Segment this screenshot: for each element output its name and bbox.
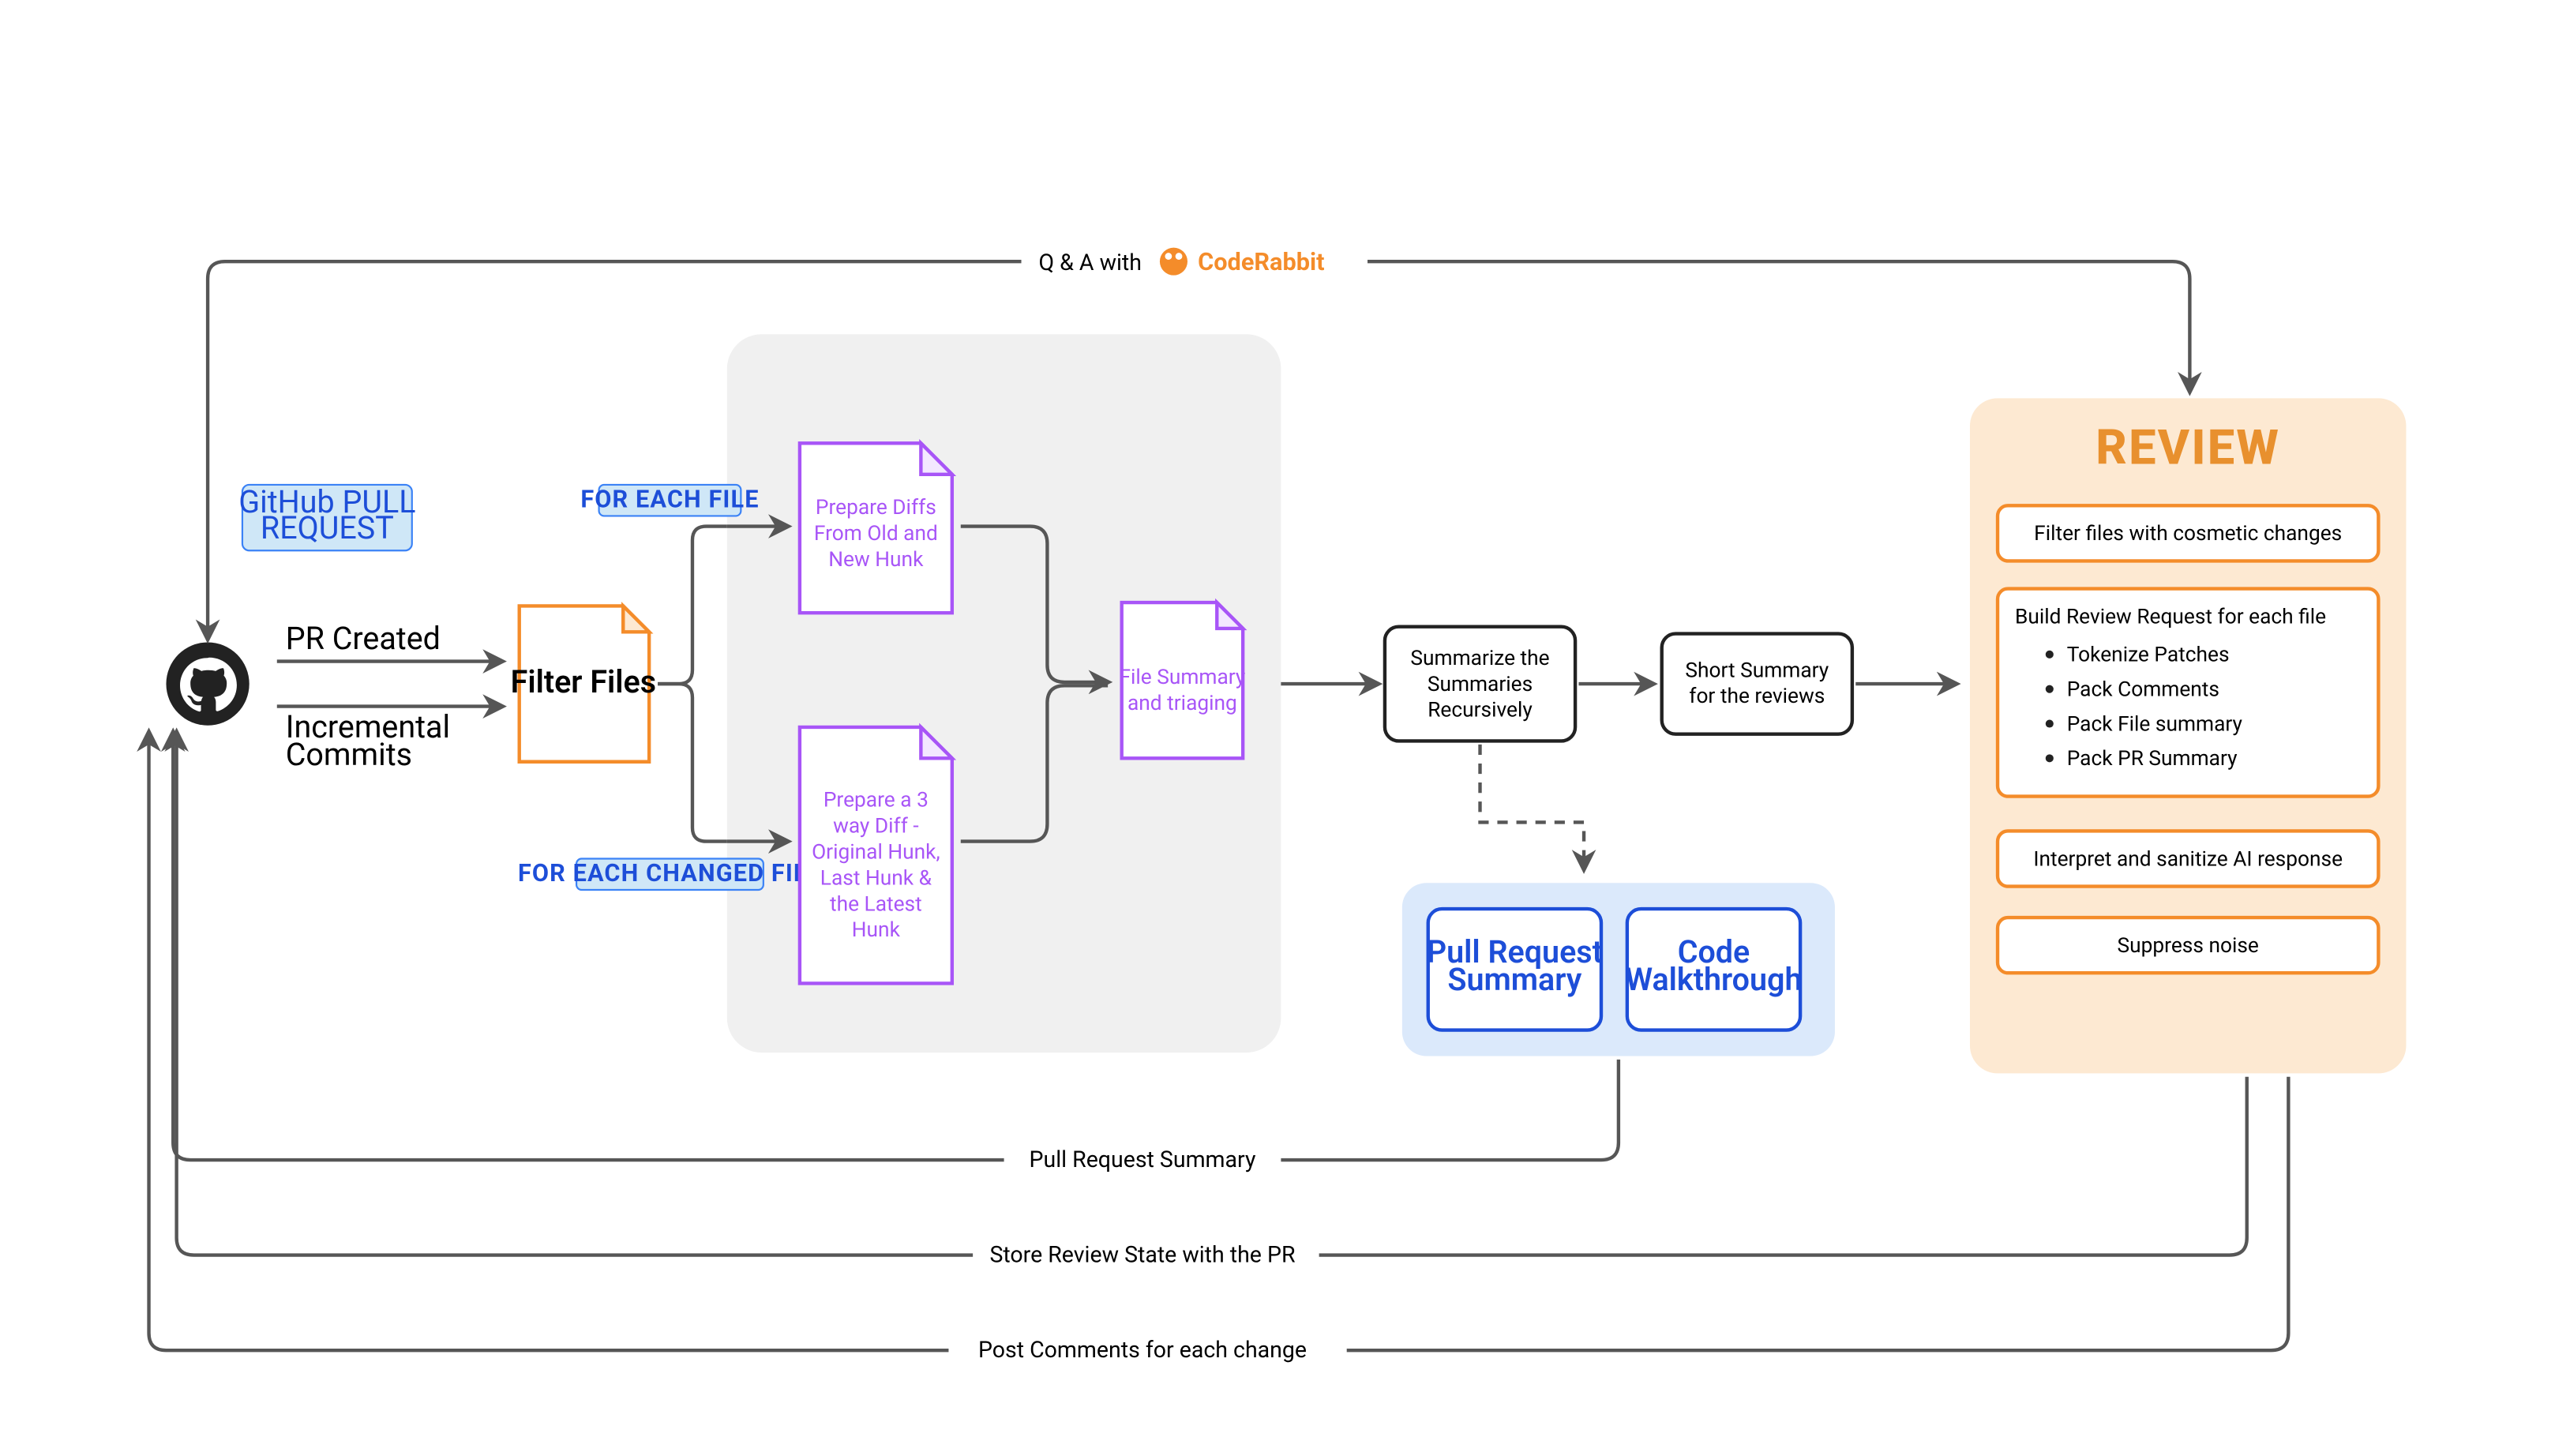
label-pr-created: PR Created [286,620,441,657]
for-each-changed-text: FOR EACH CHANGED FILE [518,860,822,887]
short-summary-node: Short Summary for the reviews [1662,634,1852,734]
review-title: REVIEW [2095,419,2280,476]
svg-text:way Diff -: way Diff - [833,815,919,839]
for-each-file-tag: FOR EACH FILE [580,485,759,516]
svg-text:Summaries: Summaries [1428,673,1533,696]
bullet-tokenize: Tokenize Patches [2067,644,2230,667]
qa-label-group: Q & A with CodeRabbit [1022,242,1368,280]
qa-prefix: Q & A with [1038,250,1142,276]
summarize-node: Summarize the Summaries Recursively [1385,627,1575,741]
github-pr-line2: REQUEST [261,509,394,546]
review-panel: REVIEW Filter files with cosmetic change… [1970,398,2406,1073]
svg-text:Recursively: Recursively [1428,699,1533,722]
file-summary-node: File Summary and triaging [1119,602,1245,758]
svg-text:Prepare Diffs: Prepare Diffs [816,496,936,520]
return1-label: Pull Request Summary [1030,1146,1256,1173]
split-bot-curve [658,684,727,842]
dashed-to-summary-panel [1480,745,1585,869]
svg-text:Original Hunk,: Original Hunk, [812,841,940,865]
review-suppress-text: Suppress noise [2118,934,2259,958]
github-icon [166,642,249,725]
svg-text:File Summary: File Summary [1119,666,1245,689]
bullet-pack-pr: Pack PR Summary [2067,747,2238,771]
svg-text:Summary: Summary [1447,961,1581,998]
review-filter-cosmetic-text: Filter files with cosmetic changes [2034,522,2342,546]
filter-files-node: Filter Files [511,606,656,761]
return2-label: Store Review State with the PR [989,1241,1295,1267]
label-incremental-l2: Commits [286,736,412,773]
prepare-3way-node: Prepare a 3 way Diff - Original Hunk, La… [800,727,952,983]
brand-name: CodeRabbit [1198,249,1324,276]
svg-text:for the reviews: for the reviews [1689,685,1825,708]
svg-text:Summarize the: Summarize the [1410,647,1549,670]
svg-text:the Latest: the Latest [830,892,922,916]
review-interpret-text: Interpret and sanitize AI response [2033,847,2343,871]
svg-text:New Hunk: New Hunk [828,548,924,572]
svg-text:From Old and: From Old and [814,522,938,546]
svg-text:Short Summary: Short Summary [1685,659,1829,682]
svg-text:Last Hunk &: Last Hunk & [820,866,932,890]
for-each-file-text: FOR EACH FILE [580,486,759,513]
svg-text:Prepare a 3: Prepare a 3 [824,789,929,812]
return3-label: Post Comments for each change [978,1337,1307,1363]
svg-text:and triaging: and triaging [1127,692,1237,715]
split-top-curve [658,527,727,685]
review-build-header: Build Review Request for each file [2015,605,2326,629]
bullet-pack-file: Pack File summary [2067,712,2243,736]
prepare-diffs-node: Prepare Diffs From Old and New Hunk [800,443,952,613]
github-pull-request-badge: GitHub PULL REQUEST [238,483,415,550]
svg-text:Walkthrough: Walkthrough [1625,961,1802,998]
diagram-canvas: GitHub PULL REQUEST PR Created Increment… [0,0,2555,1456]
filter-files-label: Filter Files [511,663,656,700]
summary-walkthrough-panel: Pull Request Summary Code Walkthrough [1402,883,1835,1056]
bullet-pack-comments: Pack Comments [2067,677,2219,701]
svg-text:Hunk: Hunk [852,918,901,942]
for-each-changed-tag: FOR EACH CHANGED FILE [518,859,822,890]
